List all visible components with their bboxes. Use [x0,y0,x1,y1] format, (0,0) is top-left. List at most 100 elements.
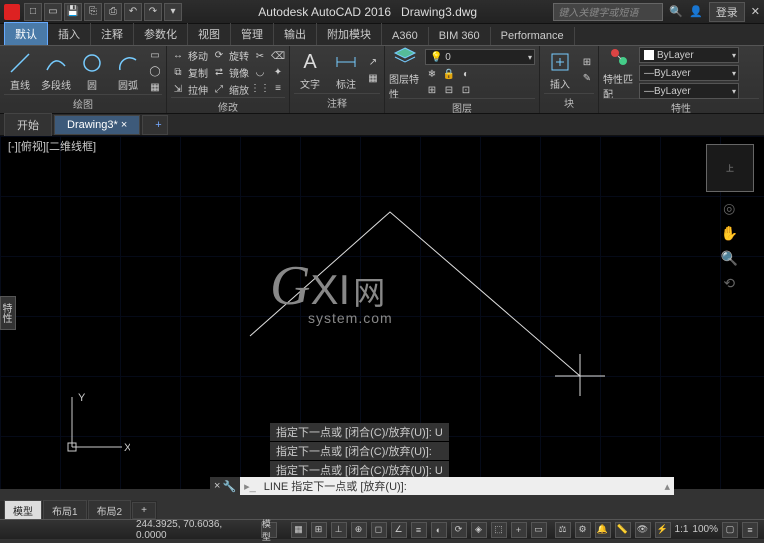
dimension-button[interactable]: 标注 [330,50,362,91]
layer-util-icon-3[interactable]: ⊡ [459,83,473,97]
qat-save-icon[interactable]: 💾 [64,3,82,21]
create-block-button[interactable]: ⊞ [580,56,594,70]
customize-status-icon[interactable]: ≡ [742,522,758,538]
scale-button[interactable]: ⤢缩放 [212,82,249,97]
circle-button[interactable]: 圆 [76,51,108,92]
view-cube[interactable]: 上 [706,144,754,192]
text-button[interactable]: A 文字 [294,50,326,91]
dynamic-input-icon[interactable]: + [511,522,527,538]
polar-toggle-icon[interactable]: ⊕ [351,522,367,538]
cmd-close-icon[interactable]: × [214,480,220,492]
transparency-toggle-icon[interactable]: ◐ [431,522,447,538]
app-icon[interactable] [4,4,20,20]
drawing-canvas[interactable]: [-][俯视][二维线框] 特性 上 ◎ ✋ 🔍 ⟲ GXI 网 system.… [0,136,764,489]
isolate-icon[interactable]: 👁 [635,522,651,538]
coordinates-readout[interactable]: 244.3925, 70.6036, 0.0000 [136,519,253,541]
hardware-accel-icon[interactable]: ⚡ [655,522,671,538]
snap-toggle-icon[interactable]: ⊞ [311,522,327,538]
mirror-button[interactable]: ⮂镜像 [212,65,249,80]
nav-orbit-icon[interactable]: ⟲ [723,275,735,292]
offset-button[interactable]: ≡ [271,82,285,96]
command-line[interactable]: × 🔧 ▸_ LINE 指定下一点或 [放弃(U)]: ▴ [210,477,674,495]
color-combo[interactable]: ByLayer [639,47,739,63]
exchange-icon[interactable]: ✕ [751,5,760,18]
login-button[interactable]: 登录 [709,2,745,22]
layer-state-icon-1[interactable]: ❄ [425,67,439,81]
copy-button[interactable]: ⧉复制 [171,65,208,80]
command-input[interactable]: LINE 指定下一点或 [放弃(U)]: [260,478,661,494]
match-properties-button[interactable]: 特性匹配 [603,46,635,101]
cmd-dropdown-icon[interactable]: ▴ [660,480,674,493]
arc-button[interactable]: 圆弧 [112,51,144,92]
properties-palette-tab[interactable]: 特性 [0,296,16,330]
trim-button[interactable]: ✂ [253,50,267,64]
leader-button[interactable]: ↗ [366,56,380,70]
edit-block-button[interactable]: ✎ [580,72,594,86]
units-icon[interactable]: 📏 [615,522,631,538]
tab-annotate[interactable]: 注释 [91,23,134,45]
tab-parametric[interactable]: 参数化 [134,23,188,45]
qat-undo-icon[interactable]: ↶ [124,3,142,21]
viewport-label[interactable]: [-][俯视][二维线框] [8,138,96,154]
explode-button[interactable]: ✦ [271,66,285,80]
otrack-toggle-icon[interactable]: ∠ [391,522,407,538]
nav-pan-icon[interactable]: ✋ [721,225,738,242]
layout2-tab[interactable]: 布局2 [88,500,132,521]
annotation-scale-icon[interactable]: ⚖ [555,522,571,538]
layout1-tab[interactable]: 布局1 [43,500,87,521]
qat-new-icon[interactable]: □ [24,3,42,21]
clean-screen-icon[interactable]: ▢ [722,522,738,538]
polyline-button[interactable]: 多段线 [40,51,72,92]
erase-button[interactable]: ⌫ [271,50,285,64]
zoom-readout[interactable]: 100% [692,524,718,535]
fillet-button[interactable]: ◡ [253,66,267,80]
scale-combo[interactable]: 1:1 [675,524,689,535]
model-tab[interactable]: 模型 [4,500,42,521]
tab-bim360[interactable]: BIM 360 [429,27,491,45]
stretch-button[interactable]: ⇲拉伸 [171,82,208,97]
tab-output[interactable]: 输出 [274,23,317,45]
model-space-button[interactable]: 模型 [261,522,277,538]
rect-button[interactable]: ▭ [148,48,162,62]
tab-default[interactable]: 默认 [4,22,48,45]
3dosnap-toggle-icon[interactable]: ◈ [471,522,487,538]
osnap-toggle-icon[interactable]: ◻ [371,522,387,538]
lineweight-combo[interactable]: — ByLayer [639,65,739,81]
dynamic-ucs-icon[interactable]: ⬚ [491,522,507,538]
tab-performance[interactable]: Performance [491,27,575,45]
layer-state-icon-3[interactable]: ◐ [459,67,473,81]
lineweight-toggle-icon[interactable]: ≡ [411,522,427,538]
ucs-icon[interactable]: Y X [60,389,130,459]
cmd-customize-icon[interactable]: 🔧 [222,480,236,493]
filetab-new[interactable]: + [142,115,168,135]
layer-properties-button[interactable]: 图层特性 [389,46,421,101]
workspace-icon[interactable]: ⚙ [575,522,591,538]
table-button[interactable]: ▦ [366,72,380,86]
tab-view[interactable]: 视图 [188,23,231,45]
infocenter-icon[interactable]: 🔍 [669,5,683,18]
annotation-monitor-icon[interactable]: 🔔 [595,522,611,538]
tab-addins[interactable]: 附加模块 [317,23,382,45]
tab-insert[interactable]: 插入 [48,23,91,45]
layout-new-tab[interactable]: + [132,502,156,519]
linetype-combo[interactable]: — ByLayer [639,83,739,99]
ortho-toggle-icon[interactable]: ⊥ [331,522,347,538]
insert-block-button[interactable]: 插入 [544,50,576,91]
layer-util-icon-1[interactable]: ⊞ [425,83,439,97]
user-icon[interactable]: 👤 [689,5,703,18]
move-button[interactable]: ↔移动 [171,48,208,63]
qat-dropdown-icon[interactable]: ▾ [164,3,182,21]
quick-props-icon[interactable]: ▭ [531,522,547,538]
tab-a360[interactable]: A360 [382,27,429,45]
qat-saveas-icon[interactable]: ⎘ [84,3,102,21]
qat-print-icon[interactable]: ⎙ [104,3,122,21]
line-button[interactable]: 直线 [4,51,36,92]
close-icon[interactable]: × [121,119,127,131]
layer-combo[interactable]: 💡 0 [425,49,535,65]
array-button[interactable]: ⋮⋮ [253,82,267,96]
rotate-button[interactable]: ⟳旋转 [212,48,249,63]
layer-util-icon-2[interactable]: ⊟ [442,83,456,97]
qat-open-icon[interactable]: ▭ [44,3,62,21]
filetab-start[interactable]: 开始 [4,113,52,137]
hatch-button[interactable]: ▦ [148,80,162,94]
